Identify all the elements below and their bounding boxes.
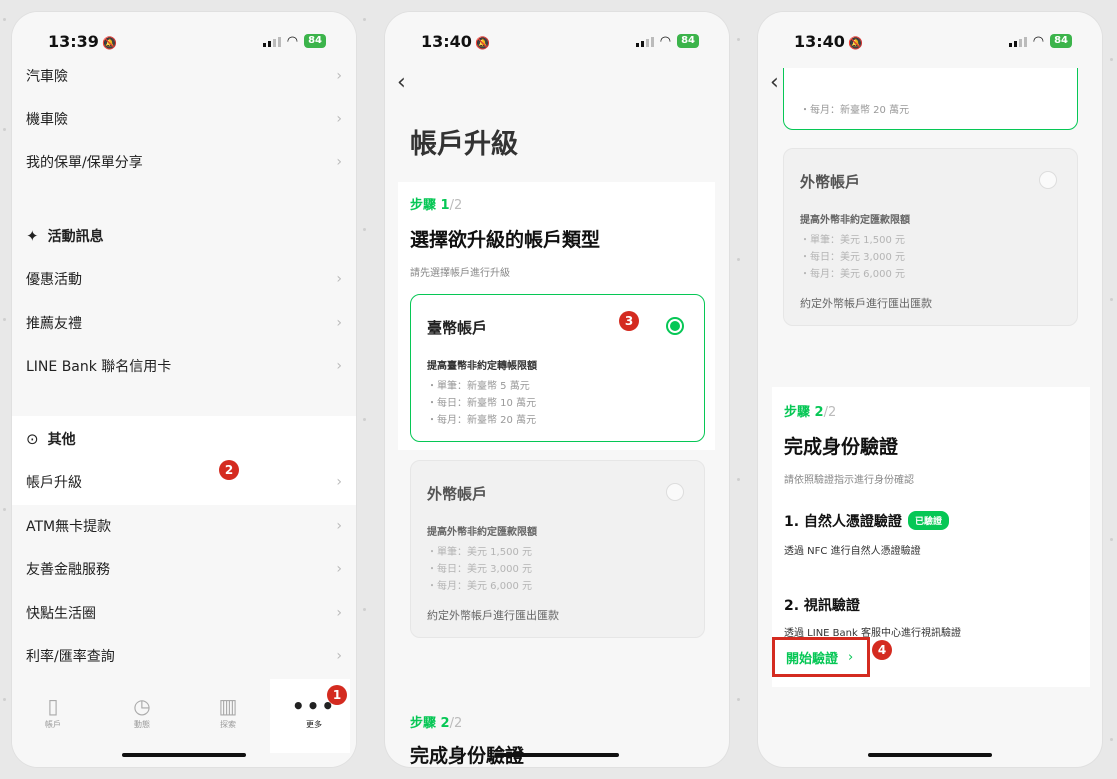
bottom-tab-bar: ▯ 帳戶 ◷ 動態 ▥ 探索 ••• 更多 1 — [12, 679, 356, 767]
phone-screen-more-menu: 13:39 🔕 ◠ 84 汽車險 › 機車險 › 我的保單/保單分享 › ✦ 活動… — [12, 12, 356, 767]
step2-indicator: 步驟 2/2 — [410, 716, 463, 731]
signal-icon — [262, 36, 281, 47]
chevron-right-icon: › — [336, 67, 342, 84]
step1-subtitle: 請先選擇帳戶進行升級 — [410, 268, 510, 279]
step-badge-4: 4 — [872, 640, 892, 660]
menu-item-promotions[interactable]: 優惠活動 › — [12, 257, 356, 300]
menu-item-friendly-finance[interactable]: 友善金融服務 › — [12, 547, 356, 590]
mute-bell-icon: 🔕 — [847, 36, 863, 50]
status-bar: 13:40 🔕 ◠ 84 — [758, 12, 1102, 68]
battery-indicator: 84 — [304, 34, 326, 48]
start-verify-button[interactable]: 開始驗證 › — [772, 637, 870, 677]
step1-indicator: 步驟 1/2 — [410, 198, 463, 213]
back-chevron-icon[interactable]: ‹ — [770, 70, 779, 95]
battery-indicator: 84 — [677, 34, 699, 48]
chevron-right-icon: › — [336, 314, 342, 331]
step2-subtitle: 請依照驗證指示進行身份確認 — [784, 475, 914, 486]
radio-unselected[interactable] — [666, 483, 684, 501]
menu-item-referral[interactable]: 推薦友禮 › — [12, 301, 356, 344]
menu-item-life-circle[interactable]: 快點生活圈 › — [12, 591, 356, 634]
status-bar: 13:39 🔕 ◠ 84 — [12, 12, 356, 68]
chevron-right-icon: › — [336, 110, 342, 127]
chevron-right-icon: › — [336, 270, 342, 287]
status-time: 13:39 🔕 — [48, 32, 117, 51]
step-badge-2: 2 — [219, 460, 239, 480]
chevron-right-icon: › — [336, 357, 342, 374]
chevron-right-icon: › — [336, 604, 342, 621]
phone-screen-account-upgrade: 13:40 🔕 ◠ 84 ‹ 帳戶升級 步驟 1/2 選擇欲升級的帳戶類型 請先選… — [385, 12, 729, 767]
status-time: 13:40 🔕 — [794, 32, 863, 51]
menu-item-atm-cardless[interactable]: ATM無卡提款 › — [12, 504, 356, 547]
menu-item-credit-card[interactable]: LINE Bank 聯名信用卡 › — [12, 344, 356, 387]
party-popper-icon: ✦ — [26, 226, 39, 245]
step2-title: 完成身份驗證 — [784, 436, 899, 458]
wifi-icon: ◠ — [659, 33, 672, 49]
chevron-right-icon: › — [848, 649, 854, 665]
section-header-events: ✦ 活動訊息 — [26, 226, 104, 245]
page-title: 帳戶升級 — [410, 129, 518, 160]
fx-account-option[interactable]: 外幣帳戶 提高外幣非約定匯款限額 ・單筆：美元 1,500 元 ・每日：美元 3… — [783, 148, 1078, 326]
chevron-right-icon: › — [336, 473, 342, 490]
wifi-icon: ◠ — [286, 33, 299, 49]
radio-selected[interactable] — [666, 317, 684, 335]
signal-icon — [1008, 36, 1027, 47]
wifi-icon: ◠ — [1032, 33, 1045, 49]
phone-screen-identity-verification: 13:40 🔕 ◠ 84 ‹ ・每月：新臺幣 20 萬元 外幣帳戶 提高外幣非約定… — [758, 12, 1102, 767]
status-time: 13:40 🔕 — [421, 32, 490, 51]
battery-indicator: 84 — [1050, 34, 1072, 48]
step1-title: 選擇欲升級的帳戶類型 — [410, 229, 601, 251]
fx-account-option[interactable]: 外幣帳戶 提高外幣非約定匯款限額 ・單筆：美元 1,500 元 ・每日：美元 3… — [410, 460, 705, 638]
section-header-other: ⊙ 其他 — [26, 429, 76, 448]
tab-explore[interactable]: ▥ 探索 — [198, 693, 258, 730]
step2-panel: 步驟 2/2 完成身份驗證 請依照驗證指示進行身份確認 1. 自然人憑證驗證 已驗… — [772, 387, 1090, 687]
menu-item-scooter-insurance[interactable]: 機車險 › — [12, 97, 356, 140]
menu-item-account-upgrade[interactable]: 帳戶升級 › — [12, 460, 356, 503]
chevron-right-icon: › — [336, 517, 342, 534]
chevron-right-icon: › — [336, 647, 342, 664]
video-verify-title: 2. 視訊驗證 — [784, 598, 860, 614]
radio-unselected[interactable] — [1039, 171, 1057, 189]
chevron-right-icon: › — [336, 153, 342, 170]
chevron-right-icon: › — [336, 560, 342, 577]
step2-preview: 步驟 2/2 完成身份驗證 — [410, 712, 524, 767]
map-icon: ▥ — [218, 694, 238, 718]
back-chevron-icon[interactable]: ‹ — [397, 70, 406, 95]
ellipsis-circle-icon: ⊙ — [26, 429, 39, 448]
home-indicator — [495, 753, 619, 757]
tab-activity[interactable]: ◷ 動態 — [112, 693, 172, 730]
step-badge-1: 1 — [327, 685, 347, 705]
cert-verify-title: 1. 自然人憑證驗證 已驗證 — [784, 511, 949, 531]
mute-bell-icon: 🔕 — [101, 36, 117, 50]
twd-account-option[interactable]: 臺幣帳戶 提高臺幣非約定轉帳限額 ・單筆：新臺幣 5 萬元 ・每日：新臺幣 10… — [410, 294, 705, 442]
menu-item-my-policies[interactable]: 我的保單/保單分享 › — [12, 140, 356, 183]
cert-verify-desc: 透過 NFC 進行自然人憑證驗證 — [784, 546, 921, 557]
step2-indicator: 步驟 2/2 — [784, 405, 837, 420]
dollar-card-icon: ▯ — [47, 694, 59, 718]
verified-badge: 已驗證 — [907, 511, 949, 530]
home-indicator — [868, 753, 992, 757]
signal-icon — [635, 36, 654, 47]
mute-bell-icon: 🔕 — [474, 36, 490, 50]
step-badge-3: 3 — [619, 311, 639, 331]
tab-account[interactable]: ▯ 帳戶 — [23, 693, 83, 730]
status-bar: 13:40 🔕 ◠ 84 — [385, 12, 729, 68]
menu-item-rates[interactable]: 利率/匯率查詢 › — [12, 634, 356, 677]
home-indicator — [122, 753, 246, 757]
clock-icon: ◷ — [133, 694, 151, 718]
